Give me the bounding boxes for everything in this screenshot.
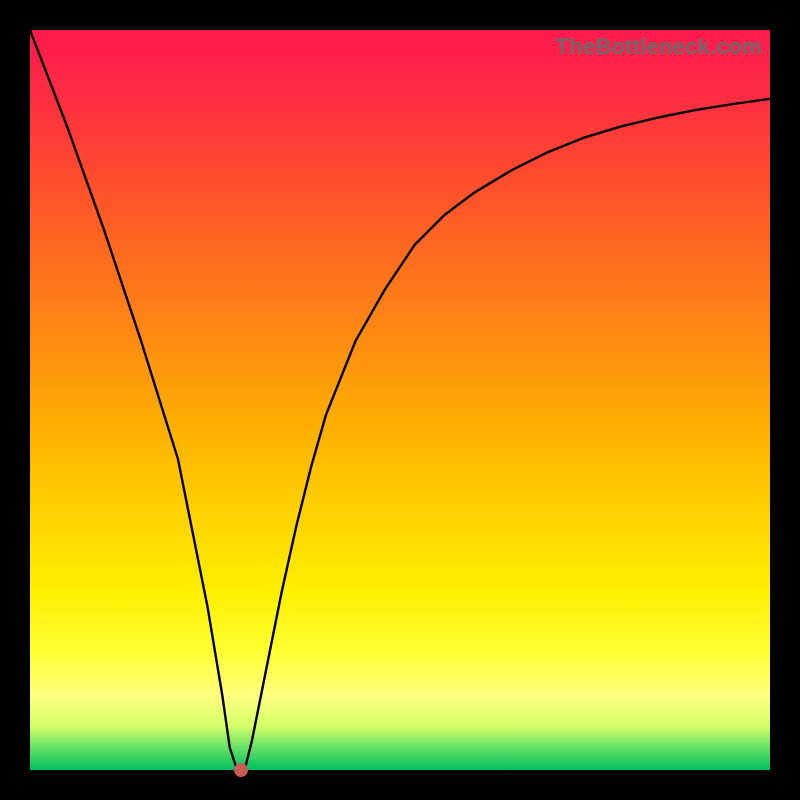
chart-frame: TheBottleneck.com xyxy=(0,0,800,800)
bottleneck-curve xyxy=(30,30,770,770)
curve-path xyxy=(30,30,770,770)
plot-area: TheBottleneck.com xyxy=(30,30,770,770)
optimum-marker xyxy=(234,763,248,777)
